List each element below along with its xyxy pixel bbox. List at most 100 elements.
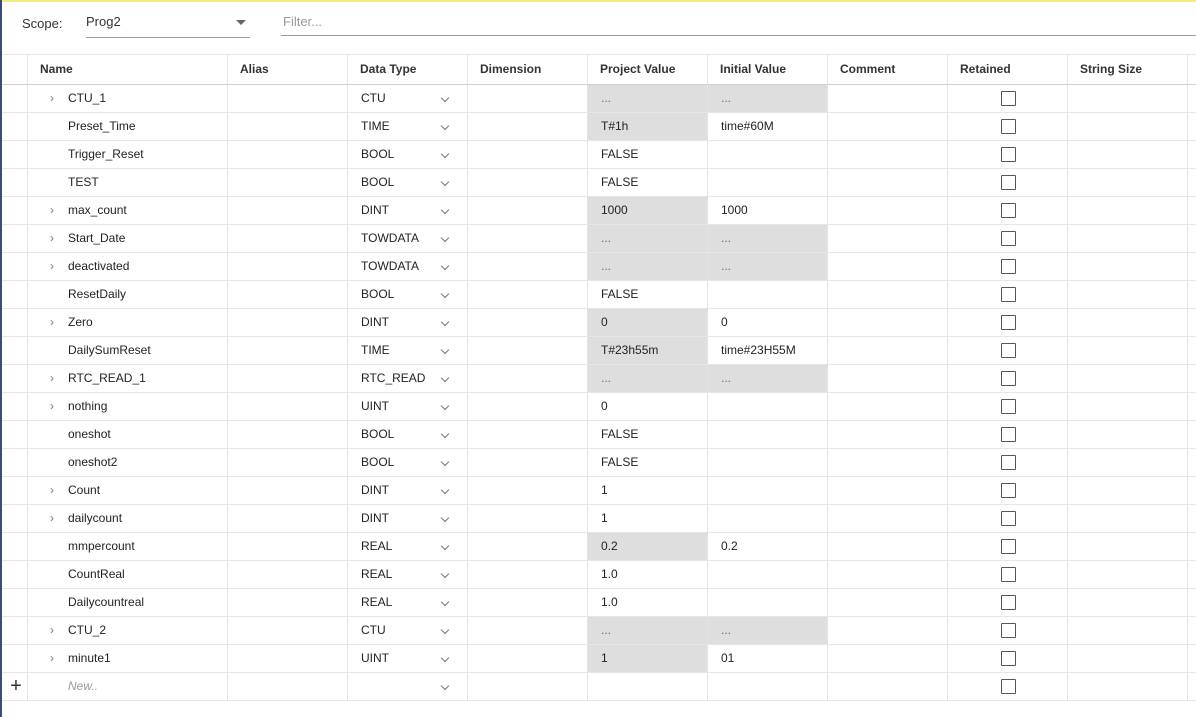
initial-value-cell[interactable] <box>708 421 828 448</box>
name-cell[interactable]: CountReal <box>28 561 228 588</box>
retained-checkbox[interactable] <box>1001 231 1016 246</box>
name-cell[interactable]: Trigger_Reset <box>28 141 228 168</box>
project-value-cell[interactable]: ... <box>588 85 708 112</box>
comment-cell[interactable] <box>828 617 948 644</box>
row-gutter[interactable] <box>2 197 28 224</box>
comment-cell[interactable] <box>828 365 948 392</box>
alias-cell[interactable] <box>228 589 348 616</box>
name-cell[interactable]: RTC_READ_1 <box>28 365 228 392</box>
row-gutter[interactable] <box>2 281 28 308</box>
row-gutter[interactable] <box>2 337 28 364</box>
initial-value-cell[interactable]: 0.2 <box>708 533 828 560</box>
dimension-cell[interactable] <box>468 645 588 672</box>
dimension-cell[interactable] <box>468 393 588 420</box>
alias-cell[interactable] <box>228 141 348 168</box>
project-value-cell[interactable]: FALSE <box>588 421 708 448</box>
alias-cell[interactable] <box>228 253 348 280</box>
chevron-right-icon[interactable]: › <box>46 505 58 532</box>
row-gutter[interactable] <box>2 477 28 504</box>
dimension-cell[interactable] <box>468 225 588 252</box>
data-type-dropdown[interactable]: REAL <box>348 589 468 616</box>
alias-cell[interactable] <box>228 477 348 504</box>
row-gutter[interactable] <box>2 505 28 532</box>
alias-cell[interactable] <box>228 505 348 532</box>
retained-checkbox[interactable] <box>1001 147 1016 162</box>
filter-input[interactable] <box>281 8 1196 36</box>
retained-checkbox[interactable] <box>1001 399 1016 414</box>
dimension-cell[interactable] <box>468 617 588 644</box>
comment-cell[interactable] <box>828 449 948 476</box>
project-value-cell[interactable]: 0 <box>588 309 708 336</box>
name-cell[interactable]: mmpercount <box>28 533 228 560</box>
retained-checkbox[interactable] <box>1001 175 1016 190</box>
string-size-cell[interactable] <box>1068 645 1188 672</box>
retained-checkbox[interactable] <box>1001 483 1016 498</box>
comment-cell[interactable] <box>828 533 948 560</box>
data-type-dropdown[interactable]: BOOL <box>348 169 468 196</box>
string-size-cell[interactable] <box>1068 617 1188 644</box>
comment-cell[interactable] <box>828 589 948 616</box>
retained-checkbox[interactable] <box>1001 651 1016 666</box>
data-type-dropdown[interactable]: DINT <box>348 197 468 224</box>
comment-cell[interactable] <box>828 505 948 532</box>
chevron-right-icon[interactable]: › <box>46 253 58 280</box>
string-size-cell[interactable] <box>1068 477 1188 504</box>
string-size-cell[interactable] <box>1068 365 1188 392</box>
chevron-right-icon[interactable]: › <box>46 309 58 336</box>
comment-cell[interactable] <box>828 169 948 196</box>
name-cell[interactable]: Start_Date <box>28 225 228 252</box>
dimension-cell[interactable] <box>468 141 588 168</box>
project-value-cell[interactable]: 1 <box>588 505 708 532</box>
row-gutter[interactable] <box>2 309 28 336</box>
string-size-cell[interactable] <box>1068 113 1188 140</box>
name-cell[interactable]: max_count <box>28 197 228 224</box>
chevron-right-icon[interactable]: › <box>46 477 58 504</box>
project-value-cell[interactable]: FALSE <box>588 449 708 476</box>
alias-cell[interactable] <box>228 421 348 448</box>
row-gutter[interactable] <box>2 225 28 252</box>
alias-cell[interactable] <box>228 337 348 364</box>
retained-checkbox[interactable] <box>1001 623 1016 638</box>
initial-value-cell[interactable]: ... <box>708 617 828 644</box>
name-cell[interactable]: oneshot2 <box>28 449 228 476</box>
chevron-right-icon[interactable]: › <box>46 225 58 252</box>
string-size-cell[interactable] <box>1068 393 1188 420</box>
project-value-cell[interactable]: ... <box>588 365 708 392</box>
retained-checkbox[interactable] <box>1001 511 1016 526</box>
comment-cell[interactable] <box>828 281 948 308</box>
data-type-dropdown[interactable] <box>348 673 468 700</box>
dimension-cell[interactable] <box>468 337 588 364</box>
header-string-size[interactable]: String Size <box>1068 55 1188 85</box>
string-size-cell[interactable] <box>1068 449 1188 476</box>
string-size-cell[interactable] <box>1068 281 1188 308</box>
alias-cell[interactable] <box>228 645 348 672</box>
dimension-cell[interactable] <box>468 365 588 392</box>
project-value-cell[interactable]: 1 <box>588 477 708 504</box>
project-value-cell[interactable]: 1.0 <box>588 561 708 588</box>
string-size-cell[interactable] <box>1068 561 1188 588</box>
alias-cell[interactable] <box>228 225 348 252</box>
project-value-cell[interactable]: ... <box>588 617 708 644</box>
data-type-dropdown[interactable]: DINT <box>348 477 468 504</box>
alias-cell[interactable] <box>228 449 348 476</box>
name-cell[interactable]: Dailycountreal <box>28 589 228 616</box>
initial-value-cell[interactable] <box>708 673 828 700</box>
data-type-dropdown[interactable]: RTC_READ <box>348 365 468 392</box>
name-cell[interactable]: nothing <box>28 393 228 420</box>
row-gutter[interactable] <box>2 449 28 476</box>
header-comment[interactable]: Comment <box>828 55 948 85</box>
retained-checkbox[interactable] <box>1001 315 1016 330</box>
string-size-cell[interactable] <box>1068 85 1188 112</box>
alias-cell[interactable] <box>228 561 348 588</box>
retained-checkbox[interactable] <box>1001 455 1016 470</box>
project-value-cell[interactable] <box>588 673 708 700</box>
initial-value-cell[interactable] <box>708 505 828 532</box>
alias-cell[interactable] <box>228 393 348 420</box>
dimension-cell[interactable] <box>468 197 588 224</box>
dimension-cell[interactable] <box>468 673 588 700</box>
project-value-cell[interactable]: ... <box>588 253 708 280</box>
retained-checkbox[interactable] <box>1001 203 1016 218</box>
name-cell[interactable]: deactivated <box>28 253 228 280</box>
initial-value-cell[interactable]: time#23H55M <box>708 337 828 364</box>
retained-checkbox[interactable] <box>1001 371 1016 386</box>
